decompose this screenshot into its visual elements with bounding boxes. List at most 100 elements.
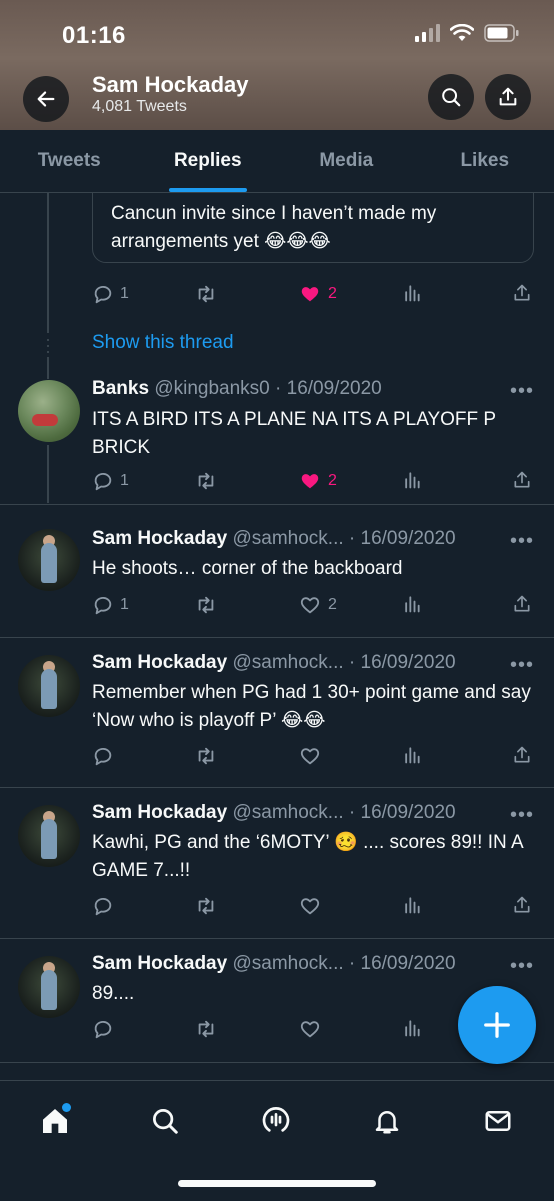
tweet-date[interactable]: 16/09/2020 — [361, 953, 456, 974]
home-indicator[interactable] — [178, 1180, 376, 1187]
reply-icon — [92, 470, 114, 492]
tweet-header: Sam Hockaday @samhock... · 16/09/2020 — [92, 953, 456, 975]
tab-replies[interactable]: Replies — [139, 130, 278, 192]
like-button[interactable] — [298, 1018, 322, 1040]
views-button[interactable] — [402, 283, 422, 303]
author-name[interactable]: Sam Hockaday — [92, 802, 227, 823]
tweet[interactable]: Banks @kingbanks0 · 16/09/2020 ••• ITS A… — [0, 378, 554, 505]
retweet-icon — [194, 1018, 218, 1040]
share-profile-button[interactable] — [485, 74, 531, 120]
author-name[interactable]: Sam Hockaday — [92, 652, 227, 673]
tweet-actions — [92, 895, 538, 921]
share-button[interactable] — [512, 283, 532, 303]
tweet-feed[interactable]: Cancun invite since I haven’t made my ar… — [0, 193, 554, 1080]
author-name[interactable]: Sam Hockaday — [92, 953, 227, 974]
heart-icon — [298, 594, 322, 616]
thread-line-dotted — [47, 339, 49, 341]
tab-tweets[interactable]: Tweets — [0, 130, 139, 192]
more-icon[interactable]: ••• — [510, 955, 534, 978]
like-button[interactable] — [298, 895, 322, 917]
search-button[interactable] — [428, 74, 474, 120]
share-icon — [512, 895, 532, 915]
retweet-button[interactable] — [194, 470, 218, 492]
tweet-header: Sam Hockaday @samhock... · 16/09/2020 — [92, 802, 456, 824]
compose-plus-icon — [482, 1010, 512, 1040]
like-button[interactable]: 2 — [298, 594, 337, 616]
retweet-button[interactable] — [194, 895, 218, 917]
share-icon — [512, 745, 532, 765]
share-icon — [512, 470, 532, 490]
tweet-text: Remember when PG had 1 30+ point game an… — [92, 679, 532, 735]
more-icon[interactable]: ••• — [510, 804, 534, 827]
avatar[interactable] — [18, 956, 80, 1018]
retweet-button[interactable] — [194, 283, 218, 305]
more-icon[interactable]: ••• — [510, 380, 534, 403]
more-icon[interactable]: ••• — [510, 654, 534, 677]
show-thread-link[interactable]: Show this thread — [92, 332, 234, 354]
tweet[interactable]: Sam Hockaday @samhock... · 16/09/2020 ••… — [0, 787, 554, 939]
like-button[interactable]: 2 — [298, 283, 337, 305]
avatar[interactable] — [18, 655, 80, 717]
views-button[interactable] — [402, 470, 422, 490]
reply-button[interactable]: 1 — [92, 283, 129, 305]
share-icon — [512, 283, 532, 303]
tweet-actions — [92, 745, 538, 771]
spaces-icon — [260, 1105, 292, 1137]
profile-name: Sam Hockaday — [92, 72, 249, 98]
author-handle: @samhock... — [232, 652, 343, 673]
views-button[interactable] — [402, 895, 422, 915]
avatar[interactable] — [18, 805, 80, 867]
nav-home[interactable] — [35, 1101, 75, 1141]
share-button[interactable] — [512, 470, 532, 490]
views-button[interactable] — [402, 594, 422, 614]
quoted-tweet[interactable]: Cancun invite since I haven’t made my ar… — [92, 193, 534, 263]
active-tab-indicator — [169, 188, 247, 192]
reply-icon — [92, 1018, 114, 1040]
like-button[interactable]: 2 — [298, 470, 337, 492]
reply-button[interactable]: 1 — [92, 594, 129, 616]
retweet-button[interactable] — [194, 745, 218, 767]
more-icon[interactable]: ••• — [510, 530, 534, 553]
reply-button[interactable] — [92, 745, 114, 767]
share-button[interactable] — [512, 594, 532, 614]
tweet-date[interactable]: 16/09/2020 — [361, 802, 456, 823]
tweet-count: 4,081 Tweets — [92, 98, 187, 116]
views-icon — [402, 283, 422, 303]
tweet-date[interactable]: 16/09/2020 — [287, 378, 382, 399]
avatar[interactable] — [18, 380, 80, 442]
thread-line — [47, 193, 49, 333]
author-name[interactable]: Sam Hockaday — [92, 528, 227, 549]
share-button[interactable] — [512, 745, 532, 765]
compose-tweet-button[interactable] — [458, 986, 536, 1064]
nav-spaces[interactable] — [256, 1101, 296, 1141]
reply-button[interactable] — [92, 895, 114, 917]
views-icon — [402, 1018, 422, 1038]
share-button[interactable] — [512, 895, 532, 915]
notification-dot — [62, 1103, 71, 1112]
reply-button[interactable] — [92, 1018, 114, 1040]
views-button[interactable] — [402, 1018, 422, 1038]
quoted-tweet-actions: 1 2 — [92, 283, 538, 309]
nav-notifications[interactable] — [367, 1101, 407, 1141]
back-button[interactable] — [23, 76, 69, 122]
tweet-date[interactable]: 16/09/2020 — [361, 652, 456, 673]
author-name[interactable]: Banks — [92, 378, 149, 399]
retweet-button[interactable] — [194, 594, 218, 616]
retweet-button[interactable] — [194, 1018, 218, 1040]
tweet-actions: 1 2 — [92, 470, 538, 496]
tab-likes[interactable]: Likes — [416, 130, 554, 192]
tweet-header: Banks @kingbanks0 · 16/09/2020 — [92, 378, 382, 400]
tweet[interactable]: Sam Hockaday @samhock... · 16/09/2020 ••… — [0, 637, 554, 788]
views-button[interactable] — [402, 745, 422, 765]
nav-search[interactable] — [145, 1101, 185, 1141]
bell-icon — [372, 1106, 402, 1136]
tweet[interactable]: Sam Hockaday @samhock... · 16/09/2020 ••… — [0, 504, 554, 638]
author-handle: @samhock... — [232, 802, 343, 823]
tab-media[interactable]: Media — [277, 130, 416, 192]
tweet-date[interactable]: 16/09/2020 — [361, 528, 456, 549]
like-button[interactable] — [298, 745, 322, 767]
nav-messages[interactable] — [478, 1101, 518, 1141]
quoted-tweet-text: Cancun invite since I haven’t made my ar… — [111, 200, 515, 256]
avatar[interactable] — [18, 529, 80, 591]
reply-button[interactable]: 1 — [92, 470, 129, 492]
